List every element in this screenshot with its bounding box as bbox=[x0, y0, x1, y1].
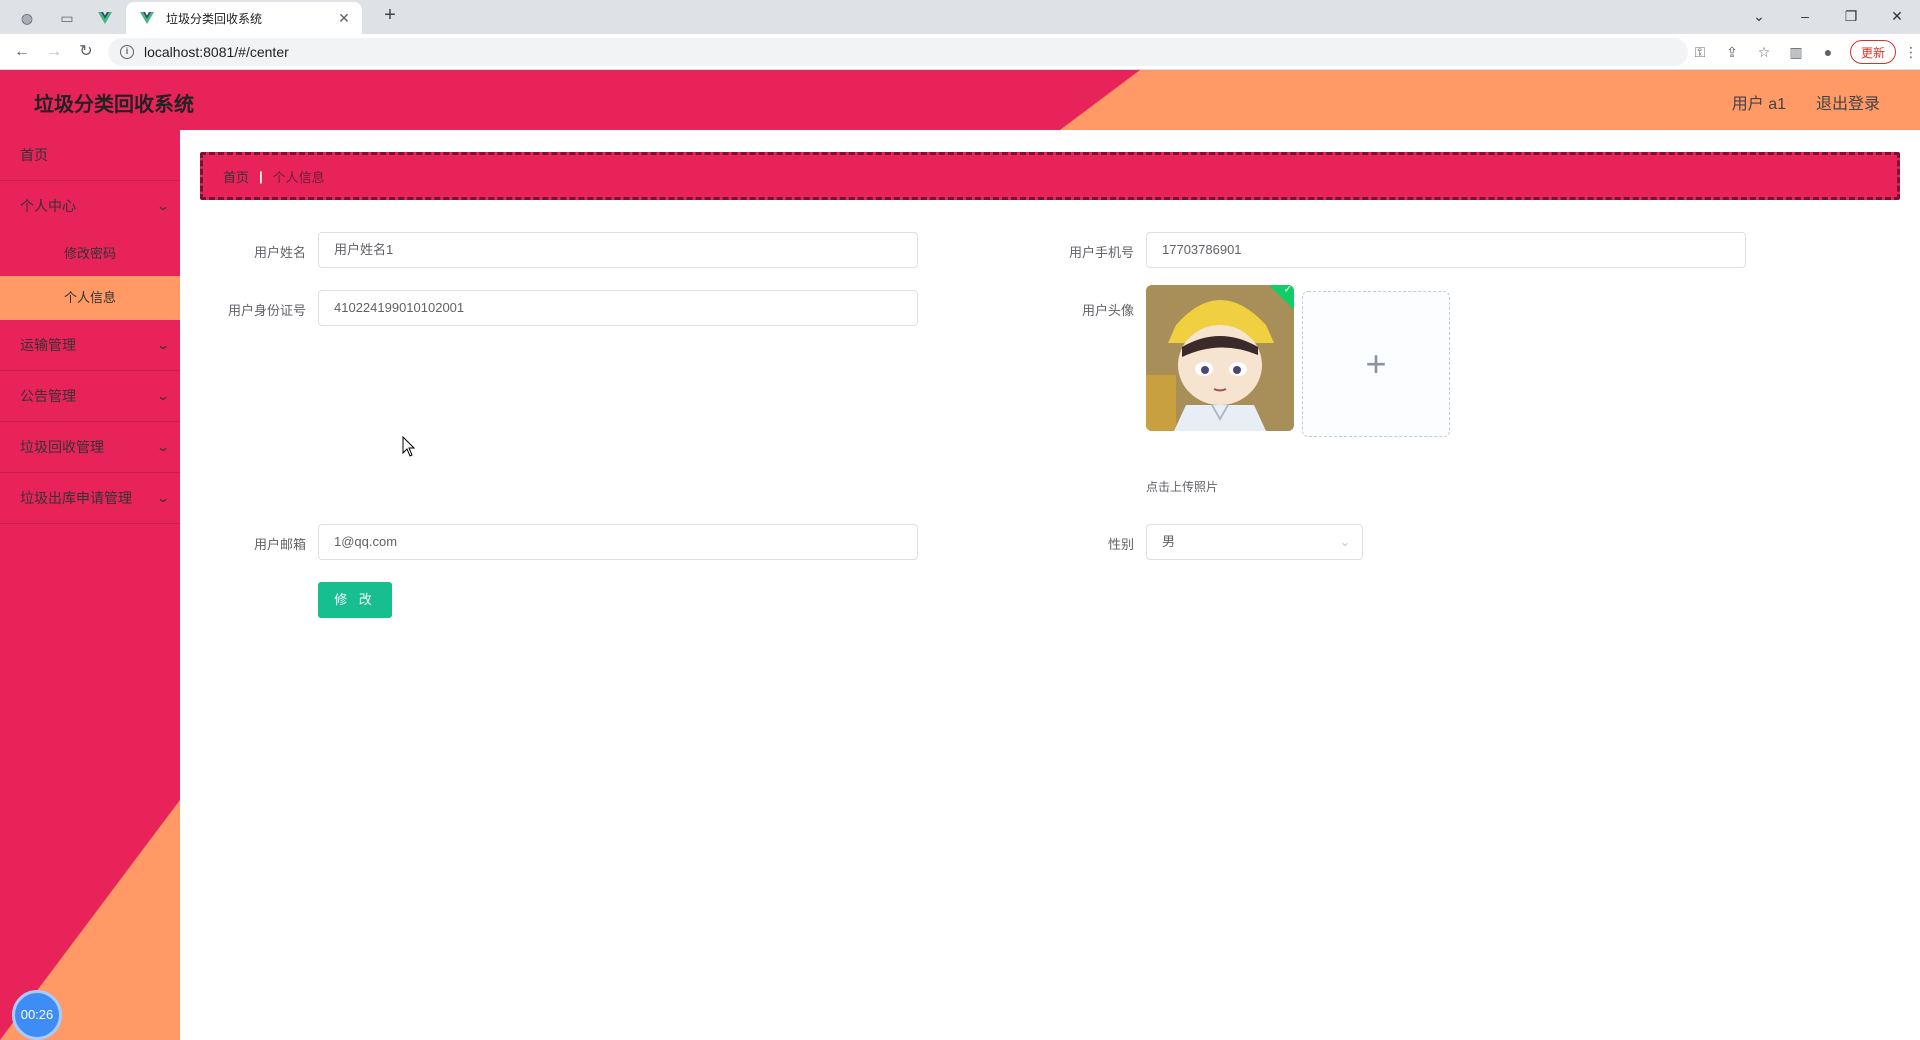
sidebar-item-label: 首页 bbox=[20, 147, 48, 163]
tab-title: 垃圾分类回收系统 bbox=[166, 11, 263, 26]
sidebar-item-label: 个人中心 bbox=[20, 198, 76, 214]
app-title: 垃圾分类回收系统 bbox=[34, 94, 194, 116]
sidebar: 首页 个人中心 ⌄ 修改密码 个人信息 运输管理 ⌄ 公告管理 ⌄ 垃圾回收管理… bbox=[0, 130, 180, 1040]
chevron-down-icon: ⌄ bbox=[155, 491, 171, 505]
close-tab-icon[interactable]: ✕ bbox=[336, 10, 352, 27]
gender-selected-value: 男 bbox=[1162, 534, 1176, 549]
sidebar-item-home[interactable]: 首页 bbox=[0, 130, 180, 181]
profile-icon[interactable]: ● bbox=[1812, 44, 1844, 60]
forward-icon[interactable]: → bbox=[42, 40, 66, 64]
plus-icon: + bbox=[1365, 343, 1387, 384]
back-icon[interactable]: ← bbox=[10, 40, 34, 64]
header-user: 用户 a1 bbox=[1731, 96, 1786, 113]
sidebar-subitem-label: 个人信息 bbox=[63, 290, 116, 305]
breadcrumb-current: 个人信息 bbox=[272, 169, 325, 185]
avatar[interactable]: ✓ bbox=[1146, 285, 1294, 431]
sidebar-item-recycling[interactable]: 垃圾回收管理 ⌄ bbox=[0, 422, 180, 473]
sidebar-item-label: 垃圾出库申请管理 bbox=[20, 490, 132, 506]
sidebar-item-personal-center[interactable]: 个人中心 ⌄ bbox=[0, 181, 180, 232]
phone-input[interactable]: 17703786901 bbox=[1146, 232, 1746, 268]
upload-tip: 点击上传照片 bbox=[1146, 480, 1219, 494]
chevron-down-icon: ⌄ bbox=[1339, 535, 1350, 549]
minimize-icon[interactable]: – bbox=[1782, 2, 1828, 30]
phone-label: 用户手机号 bbox=[1068, 245, 1134, 260]
avatar-upload-box[interactable]: + bbox=[1302, 291, 1450, 437]
idcard-label: 用户身份证号 bbox=[227, 303, 306, 318]
vue-tab-icon[interactable] bbox=[88, 4, 122, 32]
sidepanel-icon[interactable]: ▥ bbox=[1780, 44, 1812, 61]
avatar-label: 用户头像 bbox=[1081, 303, 1134, 318]
share-icon[interactable]: ⇪ bbox=[1716, 44, 1748, 61]
vue-logo-icon bbox=[140, 12, 154, 24]
sidebar-item-transport[interactable]: 运输管理 ⌄ bbox=[0, 320, 180, 371]
sidebar-item-outbound-requests[interactable]: 垃圾出库申请管理 ⌄ bbox=[0, 473, 180, 524]
check-icon: ✓ bbox=[1283, 285, 1292, 296]
email-label: 用户邮箱 bbox=[253, 537, 306, 552]
globe-icon[interactable]: ◍ bbox=[10, 4, 44, 32]
name-label: 用户姓名 bbox=[253, 245, 306, 260]
update-label: 更新 bbox=[1860, 45, 1885, 60]
gender-label: 性别 bbox=[1107, 537, 1134, 552]
chevron-down-icon: ⌄ bbox=[155, 199, 171, 213]
browser-address-bar: ← → ↻ i localhost:8081/#/center ⚿ ⇪ ☆ ▥ … bbox=[0, 34, 1920, 70]
chevron-down-icon: ⌄ bbox=[155, 389, 171, 403]
url-text: localhost:8081/#/center bbox=[144, 44, 289, 60]
info-icon[interactable]: i bbox=[120, 45, 134, 59]
avatar-picture bbox=[1146, 285, 1294, 431]
close-window-icon[interactable]: ✕ bbox=[1874, 2, 1920, 30]
reload-icon[interactable]: ↻ bbox=[74, 40, 98, 64]
breadcrumb-home[interactable]: 首页 bbox=[223, 167, 249, 186]
browser-tabbar: ◍ ▭ 垃圾分类回收系统 ✕ + ⌄ – ❐ ✕ bbox=[0, 0, 1920, 34]
gender-select[interactable]: 男 ⌄ bbox=[1146, 524, 1363, 560]
new-tab-button[interactable]: + bbox=[378, 4, 402, 30]
key-icon[interactable]: ⚿ bbox=[1684, 44, 1716, 61]
mouse-cursor-icon bbox=[402, 436, 416, 457]
update-button[interactable]: 更新 bbox=[1849, 40, 1896, 64]
timer-badge[interactable]: 00:26 bbox=[12, 990, 62, 1040]
tab-search-icon[interactable]: ⌄ bbox=[1736, 2, 1782, 30]
idcard-input[interactable]: 410224199010102001 bbox=[318, 290, 918, 326]
restore-icon[interactable]: ❐ bbox=[1828, 2, 1874, 30]
sidebar-item-label: 公告管理 bbox=[20, 388, 76, 404]
app-header: 垃圾分类回收系统 用户 a1 退出登录 bbox=[0, 70, 1920, 130]
logout-link[interactable]: 退出登录 bbox=[1816, 90, 1880, 114]
blank-tab-icon[interactable]: ▭ bbox=[50, 4, 84, 32]
sidebar-subitem-change-password[interactable]: 修改密码 bbox=[0, 232, 180, 276]
sidebar-item-label: 垃圾回收管理 bbox=[20, 439, 104, 455]
url-field[interactable]: i localhost:8081/#/center bbox=[108, 38, 1688, 66]
sidebar-subitem-personal-info[interactable]: 个人信息 bbox=[0, 276, 180, 320]
breadcrumb: 首页 | 个人信息 bbox=[200, 152, 1900, 200]
sidebar-item-announcements[interactable]: 公告管理 ⌄ bbox=[0, 371, 180, 422]
chevron-down-icon: ⌄ bbox=[155, 440, 171, 454]
star-icon[interactable]: ☆ bbox=[1748, 44, 1780, 61]
browser-tools: ⚿ ⇪ ☆ ▥ ● 更新 ⋮ bbox=[1684, 40, 1920, 64]
breadcrumb-separator: | bbox=[259, 168, 263, 184]
browser-tab-active[interactable]: 垃圾分类回收系统 ✕ bbox=[126, 2, 362, 34]
email-input[interactable]: 1@qq.com bbox=[318, 524, 918, 560]
kebab-menu-icon[interactable]: ⋮ bbox=[1902, 44, 1920, 61]
update-profile-button[interactable]: 修 改 bbox=[318, 582, 392, 618]
chevron-down-icon: ⌄ bbox=[155, 338, 171, 352]
sidebar-item-label: 运输管理 bbox=[20, 337, 76, 353]
name-input[interactable]: 用户姓名1 bbox=[318, 232, 918, 268]
sidebar-subitem-label: 修改密码 bbox=[63, 246, 116, 261]
